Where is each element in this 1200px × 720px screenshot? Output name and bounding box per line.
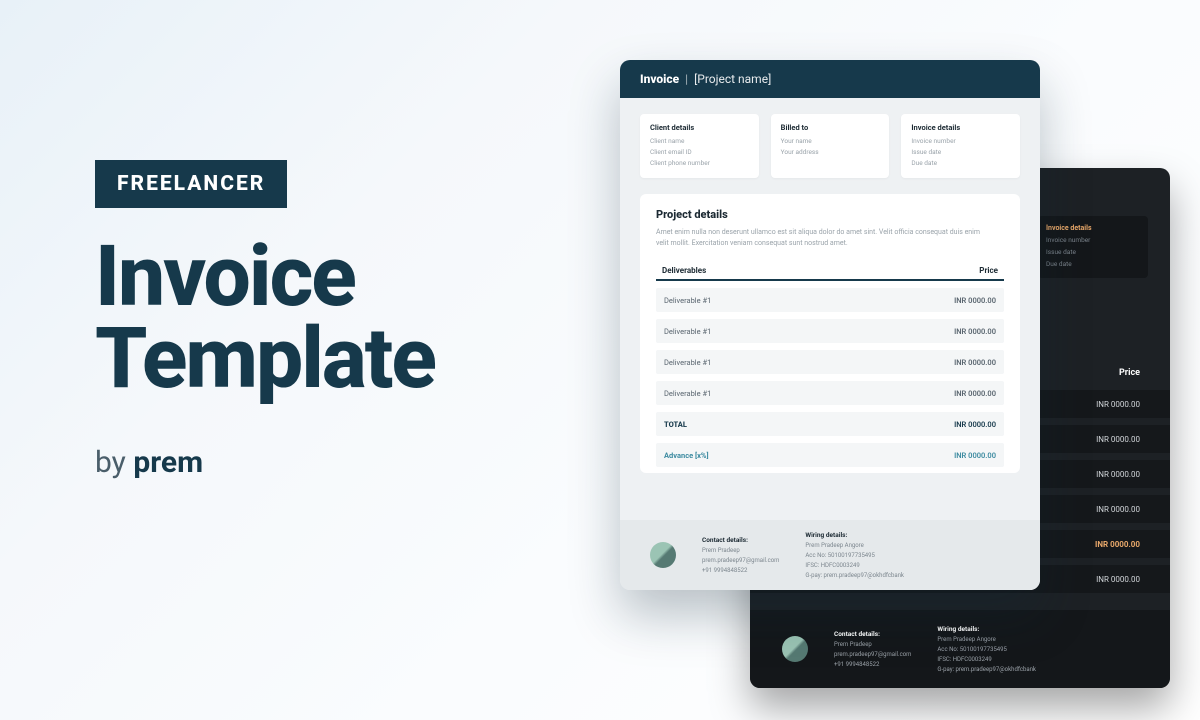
template-preview-cluster: Invoice details Invoice number Issue dat… xyxy=(620,60,1180,700)
by-label: by xyxy=(95,445,126,480)
box-line: Your name xyxy=(781,137,880,145)
footer-line: IFSC: HDFC0003249 xyxy=(805,562,904,570)
dark-infobox-line: Invoice number xyxy=(1046,236,1140,244)
row-label: Deliverable #1 xyxy=(664,358,711,367)
footer-line: G-pay: prem.pradeep97@okhdfcbank xyxy=(805,572,904,580)
header-separator: | xyxy=(685,72,688,86)
box-line: Client phone number xyxy=(650,159,749,167)
row-label: Deliverable #1 xyxy=(664,389,711,398)
logo-icon xyxy=(650,542,676,568)
col-price: Price xyxy=(979,266,998,275)
row-price: INR 0000.00 xyxy=(954,296,996,305)
footer-line: prem.pradeep97@gmail.com xyxy=(834,651,911,659)
footer-heading: Contact details: xyxy=(834,630,911,638)
author-name: prem xyxy=(133,445,203,480)
deliverable-row: Deliverable #1 INR 0000.00 xyxy=(656,381,1004,405)
main-title: Invoice Template xyxy=(95,236,595,401)
title-line-2: Template xyxy=(95,318,595,400)
row-label: TOTAL xyxy=(664,420,687,429)
footer-line: IFSC: HDFC0003249 xyxy=(937,656,1036,664)
dark-infobox-line: Issue date xyxy=(1046,248,1140,256)
box-line: Client email ID xyxy=(650,148,749,156)
advance-row: Advance [x%] INR 0000.00 xyxy=(656,443,1004,467)
footer-line: Acc No: 50100197735495 xyxy=(805,552,904,560)
deliverable-row: Deliverable #1 INR 0000.00 xyxy=(656,350,1004,374)
project-details-desc: Amet enim nulla non deserunt ullamco est… xyxy=(656,227,990,248)
dark-invoice-details-box: Invoice details Invoice number Issue dat… xyxy=(1038,216,1148,278)
row-price: INR 0000.00 xyxy=(954,389,996,398)
header-project-name: [Project name] xyxy=(694,72,771,86)
row-label: Deliverable #1 xyxy=(664,327,711,336)
freelancer-badge: FREELANCER xyxy=(95,160,287,208)
footer-line: +91 9994848522 xyxy=(834,661,911,669)
dark-contact-col: Contact details: Prem Pradeep prem.prade… xyxy=(834,630,911,669)
dark-price-header: Price xyxy=(1119,368,1140,378)
footer-line: Prem Pradeep xyxy=(702,547,779,555)
dark-footer: Contact details: Prem Pradeep prem.prade… xyxy=(750,610,1170,688)
footer-heading: Wiring details: xyxy=(937,625,1036,633)
col-deliverables: Deliverables xyxy=(662,266,706,275)
light-contact-col: Contact details: Prem Pradeep prem.prade… xyxy=(702,536,779,575)
footer-line: G-pay: prem.pradeep97@okhdfcbank xyxy=(937,666,1036,674)
box-line: Invoice number xyxy=(911,137,1010,145)
project-details-heading: Project details xyxy=(656,208,1004,221)
box-line: Your address xyxy=(781,148,880,156)
footer-heading: Contact details: xyxy=(702,536,779,544)
footer-line: Prem Pradeep Angore xyxy=(937,636,1036,644)
dark-infobox-heading: Invoice details xyxy=(1046,224,1140,232)
dark-row-price: INR 0000.00 xyxy=(1095,540,1140,549)
light-footer: Contact details: Prem Pradeep prem.prade… xyxy=(620,520,1040,590)
footer-line: Acc No: 50100197735495 xyxy=(937,646,1036,654)
deliverables-table-header: Deliverables Price xyxy=(656,262,1004,281)
total-row: TOTAL INR 0000.00 xyxy=(656,412,1004,436)
logo-icon xyxy=(782,636,808,662)
row-label: Advance [x%] xyxy=(664,451,709,460)
box-line: Issue date xyxy=(911,148,1010,156)
box-heading: Billed to xyxy=(781,123,880,132)
client-details-box: Client details Client name Client email … xyxy=(640,114,759,178)
row-price: INR 0000.00 xyxy=(954,420,996,429)
box-heading: Client details xyxy=(650,123,749,132)
box-heading: Invoice details xyxy=(911,123,1010,132)
row-price: INR 0000.00 xyxy=(954,358,996,367)
footer-line: Prem Pradeep xyxy=(834,641,911,649)
title-line-1: Invoice xyxy=(95,236,595,318)
footer-line: +91 9994848522 xyxy=(702,567,779,575)
light-info-boxes: Client details Client name Client email … xyxy=(620,98,1040,178)
row-price: INR 0000.00 xyxy=(954,327,996,336)
dark-row-price: INR 0000.00 xyxy=(1096,435,1140,444)
box-line: Due date xyxy=(911,159,1010,167)
box-line: Client name xyxy=(650,137,749,145)
dark-infobox-line: Due date xyxy=(1046,260,1140,268)
invoice-preview-light: Invoice | [Project name] Client details … xyxy=(620,60,1040,590)
deliverable-row: Deliverable #1 INR 0000.00 xyxy=(656,288,1004,312)
dark-row-price: INR 0000.00 xyxy=(1096,470,1140,479)
row-label: Deliverable #1 xyxy=(664,296,711,305)
footer-heading: Wiring details: xyxy=(805,531,904,539)
light-wiring-col: Wiring details: Prem Pradeep Angore Acc … xyxy=(805,531,904,580)
footer-line: prem.pradeep97@gmail.com xyxy=(702,557,779,565)
hero-block: FREELANCER Invoice Template by prem xyxy=(95,160,595,480)
light-project-body: Project details Amet enim nulla non dese… xyxy=(640,194,1020,473)
deliverable-row: Deliverable #1 INR 0000.00 xyxy=(656,319,1004,343)
invoice-details-box: Invoice details Invoice number Issue dat… xyxy=(901,114,1020,178)
dark-wiring-col: Wiring details: Prem Pradeep Angore Acc … xyxy=(937,625,1036,674)
dark-row-price: INR 0000.00 xyxy=(1096,505,1140,514)
light-header-bar: Invoice | [Project name] xyxy=(620,60,1040,98)
dark-row-price: INR 0000.00 xyxy=(1096,400,1140,409)
footer-line: Prem Pradeep Angore xyxy=(805,542,904,550)
byline: by prem xyxy=(95,445,595,480)
billed-to-box: Billed to Your name Your address xyxy=(771,114,890,178)
dark-row-price: INR 0000.00 xyxy=(1096,575,1140,584)
row-price: INR 0000.00 xyxy=(954,451,996,460)
header-invoice-label: Invoice xyxy=(640,72,679,86)
